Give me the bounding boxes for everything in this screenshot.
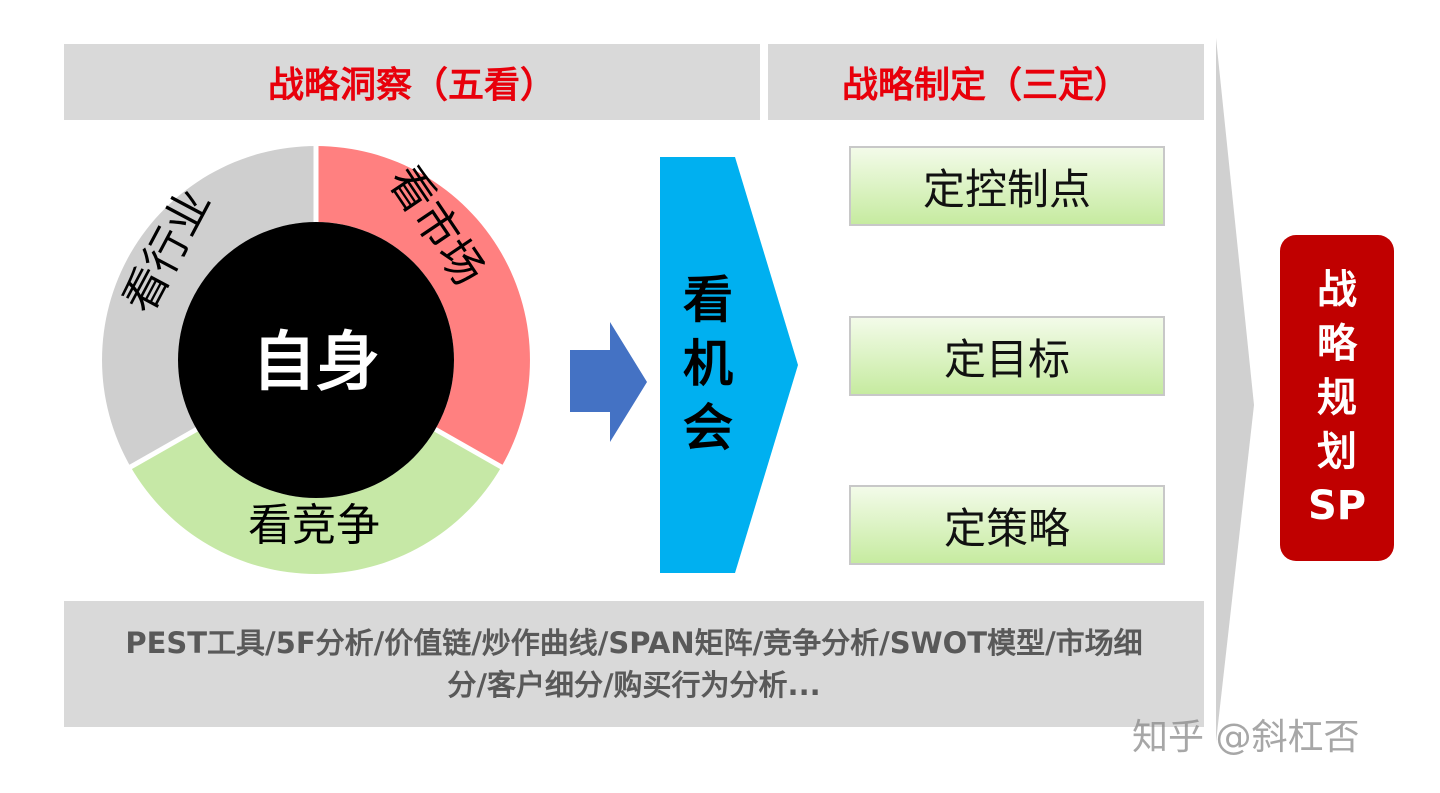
decision-box-strategy: 定策略 <box>849 485 1165 565</box>
decision-box-target: 定目标 <box>849 316 1165 396</box>
strategic-plan-box: 战 略 规 划 SP <box>1280 235 1394 561</box>
opportunity-char: 看 <box>683 271 733 329</box>
sp-char: 划 <box>1317 429 1357 475</box>
decision-box-control-point: 定控制点 <box>849 146 1165 226</box>
sp-char: 规 <box>1317 375 1357 421</box>
tools-line-2: 分/客户细分/购买行为分析... <box>447 668 821 702</box>
sp-char: SP <box>1307 483 1367 529</box>
big-chevron <box>1216 38 1254 742</box>
sp-char: 略 <box>1317 321 1357 367</box>
watermark: 知乎 @斜杠否 <box>1132 717 1360 758</box>
opportunity-char: 机 <box>683 335 733 393</box>
to-opportunity-arrow <box>570 322 647 442</box>
opportunity-char: 会 <box>683 399 733 457</box>
analysis-tools-bar: PEST工具/5F分析/价值链/炒作曲线/SPAN矩阵/竞争分析/SWOT模型/… <box>64 601 1204 727</box>
opportunity-label: 看 机 会 <box>668 268 748 460</box>
tools-line-1: PEST工具/5F分析/价值链/炒作曲线/SPAN矩阵/竞争分析/SWOT模型/… <box>125 626 1143 660</box>
sp-char: 战 <box>1317 267 1357 313</box>
